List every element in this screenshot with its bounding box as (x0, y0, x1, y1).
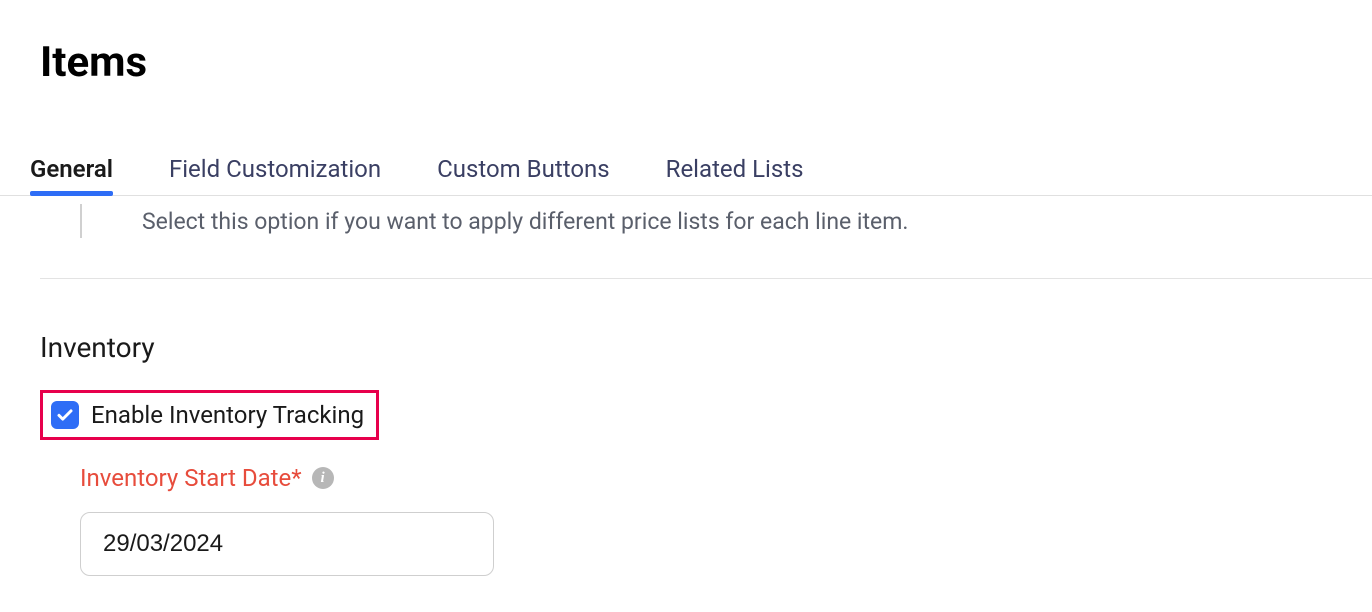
price-list-helper-row: Select this option if you want to apply … (40, 196, 1372, 238)
tab-general[interactable]: General (30, 155, 113, 195)
info-icon[interactable]: i (312, 467, 334, 489)
inventory-section-title: Inventory (40, 331, 1372, 364)
tab-field-customization[interactable]: Field Customization (169, 155, 381, 195)
check-icon (56, 406, 74, 424)
enable-inventory-tracking-row[interactable]: Enable Inventory Tracking (40, 390, 379, 440)
section-divider (40, 278, 1372, 279)
price-list-helper-text: Select this option if you want to apply … (116, 206, 908, 235)
tabs-bar: General Field Customization Custom Butto… (0, 155, 1372, 196)
enable-inventory-tracking-checkbox[interactable] (51, 401, 79, 429)
inventory-start-date-field: Inventory Start Date* i (80, 464, 1372, 576)
inventory-start-date-input[interactable] (80, 512, 494, 576)
helper-rule (80, 204, 116, 238)
tab-custom-buttons[interactable]: Custom Buttons (437, 155, 610, 195)
page-title: Items (0, 0, 1372, 87)
enable-inventory-tracking-label: Enable Inventory Tracking (91, 401, 364, 429)
content-area: Select this option if you want to apply … (0, 196, 1372, 576)
inventory-start-date-label: Inventory Start Date* (80, 464, 302, 492)
tab-related-lists[interactable]: Related Lists (666, 155, 804, 195)
